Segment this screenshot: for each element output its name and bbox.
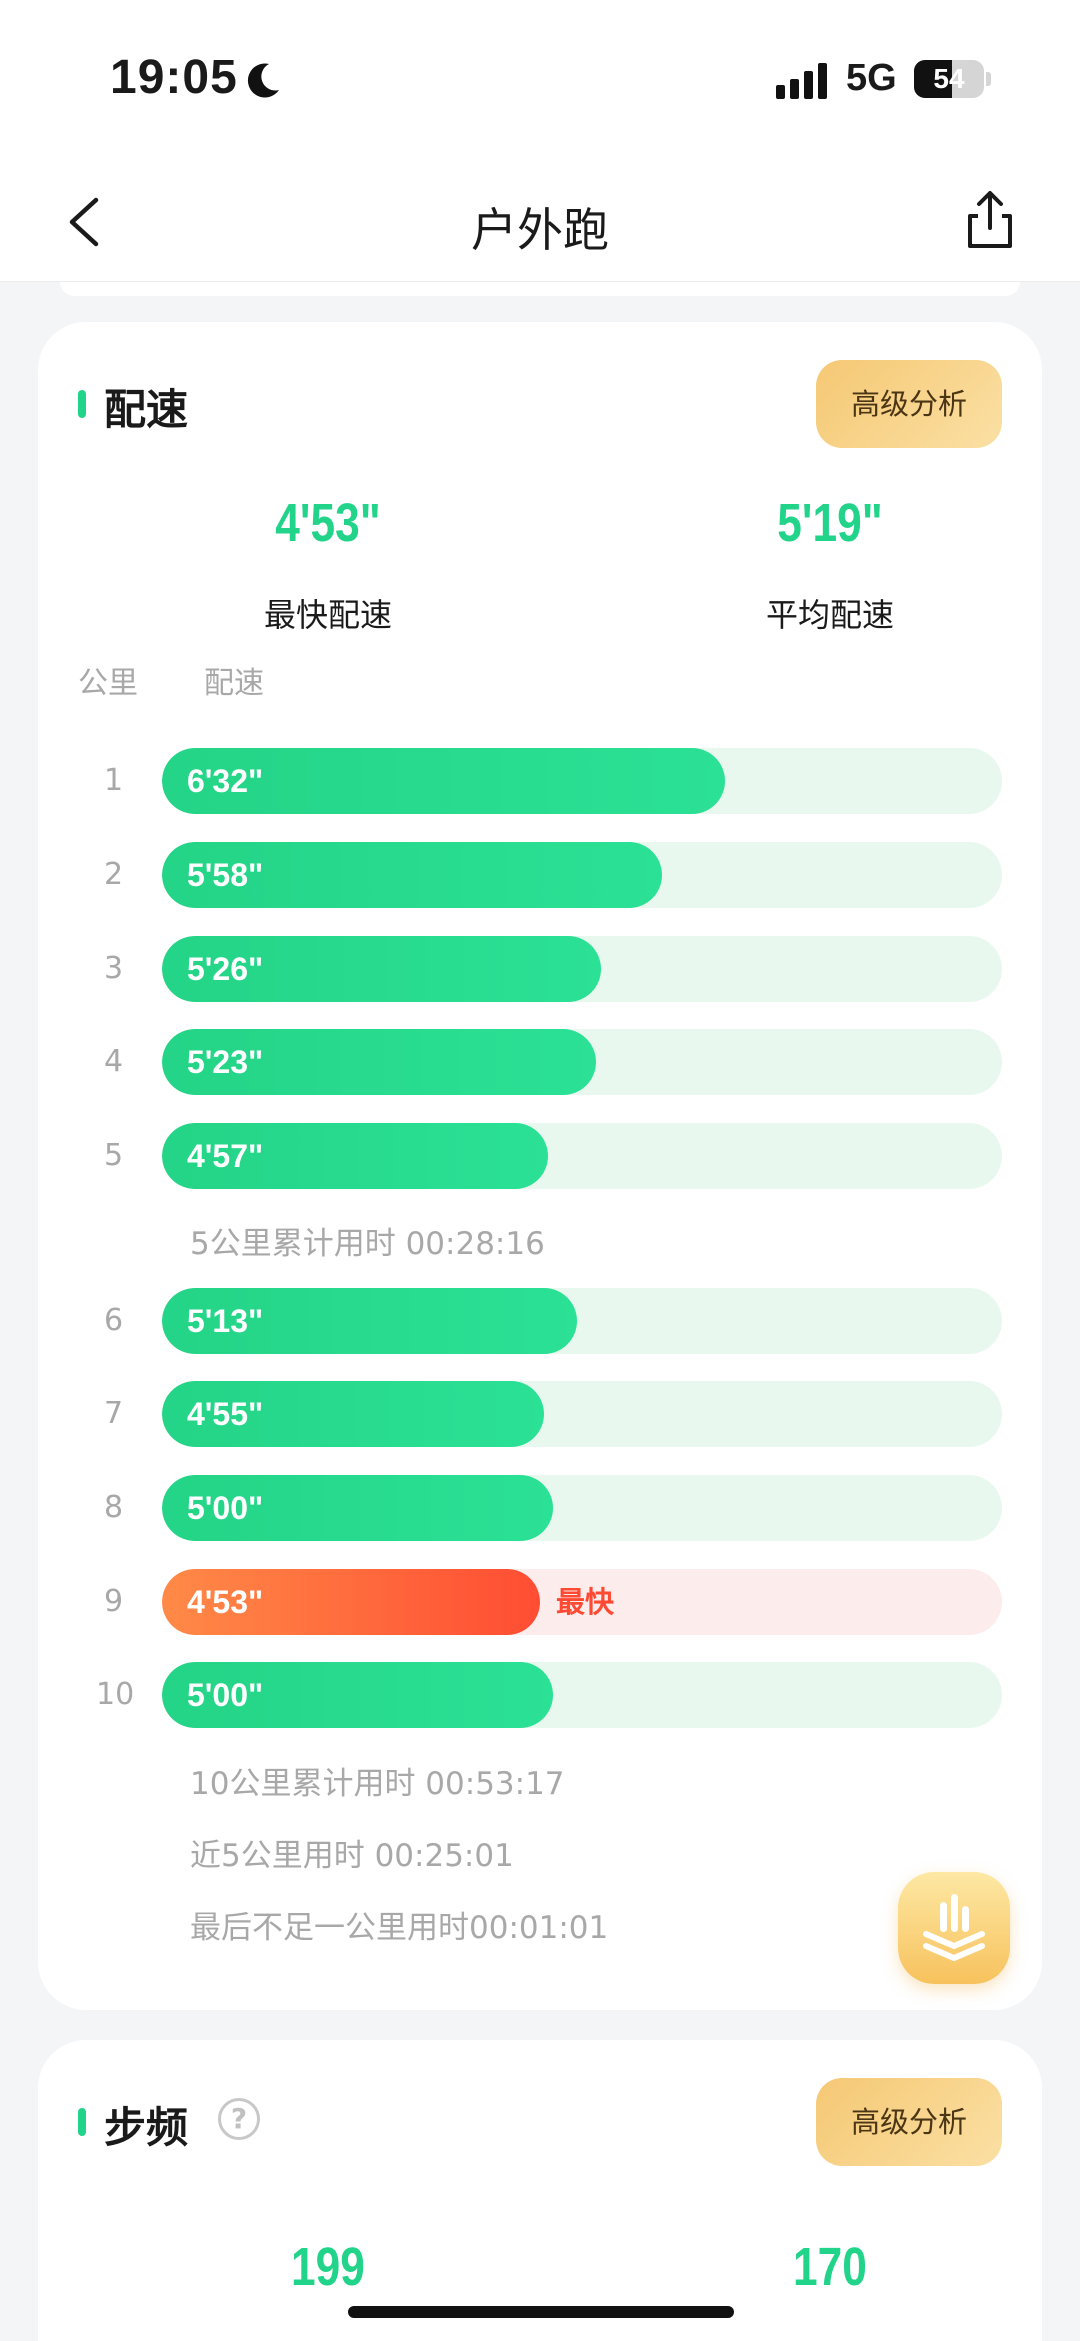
note-remainder: 最后不足一公里用时00:01:01: [190, 1910, 609, 1946]
split-km: 9: [104, 1584, 124, 1619]
home-indicator[interactable]: [348, 2306, 734, 2318]
section-marker: [78, 2108, 86, 2136]
split-km: 5: [104, 1138, 124, 1173]
split-pace: 4'55": [187, 1396, 264, 1432]
moon-icon: [247, 63, 279, 98]
split-row: 4 5'23": [38, 1029, 1042, 1095]
split-row: 8 5'00": [38, 1475, 1042, 1541]
split-bar-track: 5'13": [162, 1288, 1002, 1354]
split-bar-track: 4'55": [162, 1381, 1002, 1447]
help-icon[interactable]: ?: [218, 2098, 260, 2140]
pace-advanced-analysis-button[interactable]: 高级分析: [816, 360, 1002, 448]
split-row: 9 4'53" 最快: [38, 1569, 1042, 1635]
split-km: 3: [104, 951, 124, 986]
section-marker: [78, 390, 86, 418]
battery-icon: 54: [914, 60, 984, 98]
split-km: 8: [104, 1490, 124, 1525]
split-km: 10: [96, 1677, 135, 1712]
chart-icon: [923, 1894, 985, 1961]
split-row: 7 4'55": [38, 1381, 1042, 1447]
pace-section-title: 配速: [104, 385, 189, 434]
max-cadence-value: 199: [291, 2237, 365, 2297]
split-row: 2 5'58": [38, 842, 1042, 908]
split-row: 5 4'57": [38, 1123, 1042, 1189]
split-km: 6: [104, 1303, 124, 1338]
split-bar-track: 5'00": [162, 1662, 1002, 1728]
fastest-tag: 最快: [556, 1585, 615, 1619]
split-bar-track: 5'58": [162, 842, 1002, 908]
split-bar-track: 4'53" 最快: [162, 1569, 1002, 1635]
split-bar-track: 6'32": [162, 748, 1002, 814]
split-km: 4: [104, 1044, 124, 1079]
split-pace: 6'32": [187, 763, 264, 799]
split-bar-track: 5'26": [162, 936, 1002, 1002]
split-bar-track: 5'00": [162, 1475, 1002, 1541]
split-row: 3 5'26": [38, 936, 1042, 1002]
battery-cap: [986, 72, 991, 86]
split-km: 1: [104, 763, 124, 798]
split-pace: 4'57": [187, 1138, 264, 1174]
fastest-pace-label: 最快配速: [263, 596, 392, 634]
note-5km-total: 5公里累计用时 00:28:16: [190, 1226, 545, 1262]
split-bar-track: 5'23": [162, 1029, 1002, 1095]
split-km: 7: [104, 1396, 124, 1431]
split-pace: 5'00": [187, 1490, 264, 1526]
pace-card: 配速 高级分析 4'53" 最快配速 5'19" 平均配速 公里 配速 1 6'3…: [38, 322, 1042, 2010]
split-pace: 5'13": [187, 1303, 264, 1339]
column-header-pace: 配速: [204, 666, 264, 701]
note-last-5km: 近5公里用时 00:25:01: [190, 1838, 514, 1874]
split-pace: 5'58": [187, 857, 264, 893]
cadence-advanced-analysis-button[interactable]: 高级分析: [816, 2078, 1002, 2166]
cadence-section-title: 步频: [104, 2103, 189, 2152]
network-type: 5G: [846, 57, 897, 99]
status-time: 19:05: [110, 51, 238, 104]
note-10km-total: 10公里累计用时 00:53:17: [190, 1766, 565, 1802]
split-row: 1 6'32": [38, 748, 1042, 814]
battery-level: 54: [933, 63, 965, 94]
avg-cadence-value: 170: [793, 2237, 867, 2297]
page-title: 户外跑: [471, 203, 609, 257]
split-row: 6 5'13": [38, 1288, 1042, 1354]
cadence-card: 步频 ? 高级分析 199 170: [38, 2040, 1042, 2341]
fastest-pace-value: 4'53": [275, 493, 381, 553]
average-pace-value: 5'19": [777, 493, 883, 553]
split-pace: 5'00": [187, 1677, 264, 1713]
split-bar-track: 4'57": [162, 1123, 1002, 1189]
split-row: 10 5'00": [38, 1662, 1042, 1728]
split-km: 2: [104, 857, 124, 892]
nav-bar: 户外跑: [0, 160, 1080, 282]
previous-card-edge: [60, 282, 1020, 296]
status-bar: 19:05 5G 54: [0, 0, 1080, 160]
column-header-km: 公里: [78, 666, 138, 701]
split-pace: 5'23": [187, 1044, 264, 1080]
average-pace-label: 平均配速: [765, 596, 894, 634]
share-icon[interactable]: [960, 188, 1020, 252]
split-pace: 4'53": [187, 1584, 264, 1620]
split-pace: 5'26": [187, 951, 264, 987]
chart-float-button[interactable]: [898, 1872, 1010, 1984]
